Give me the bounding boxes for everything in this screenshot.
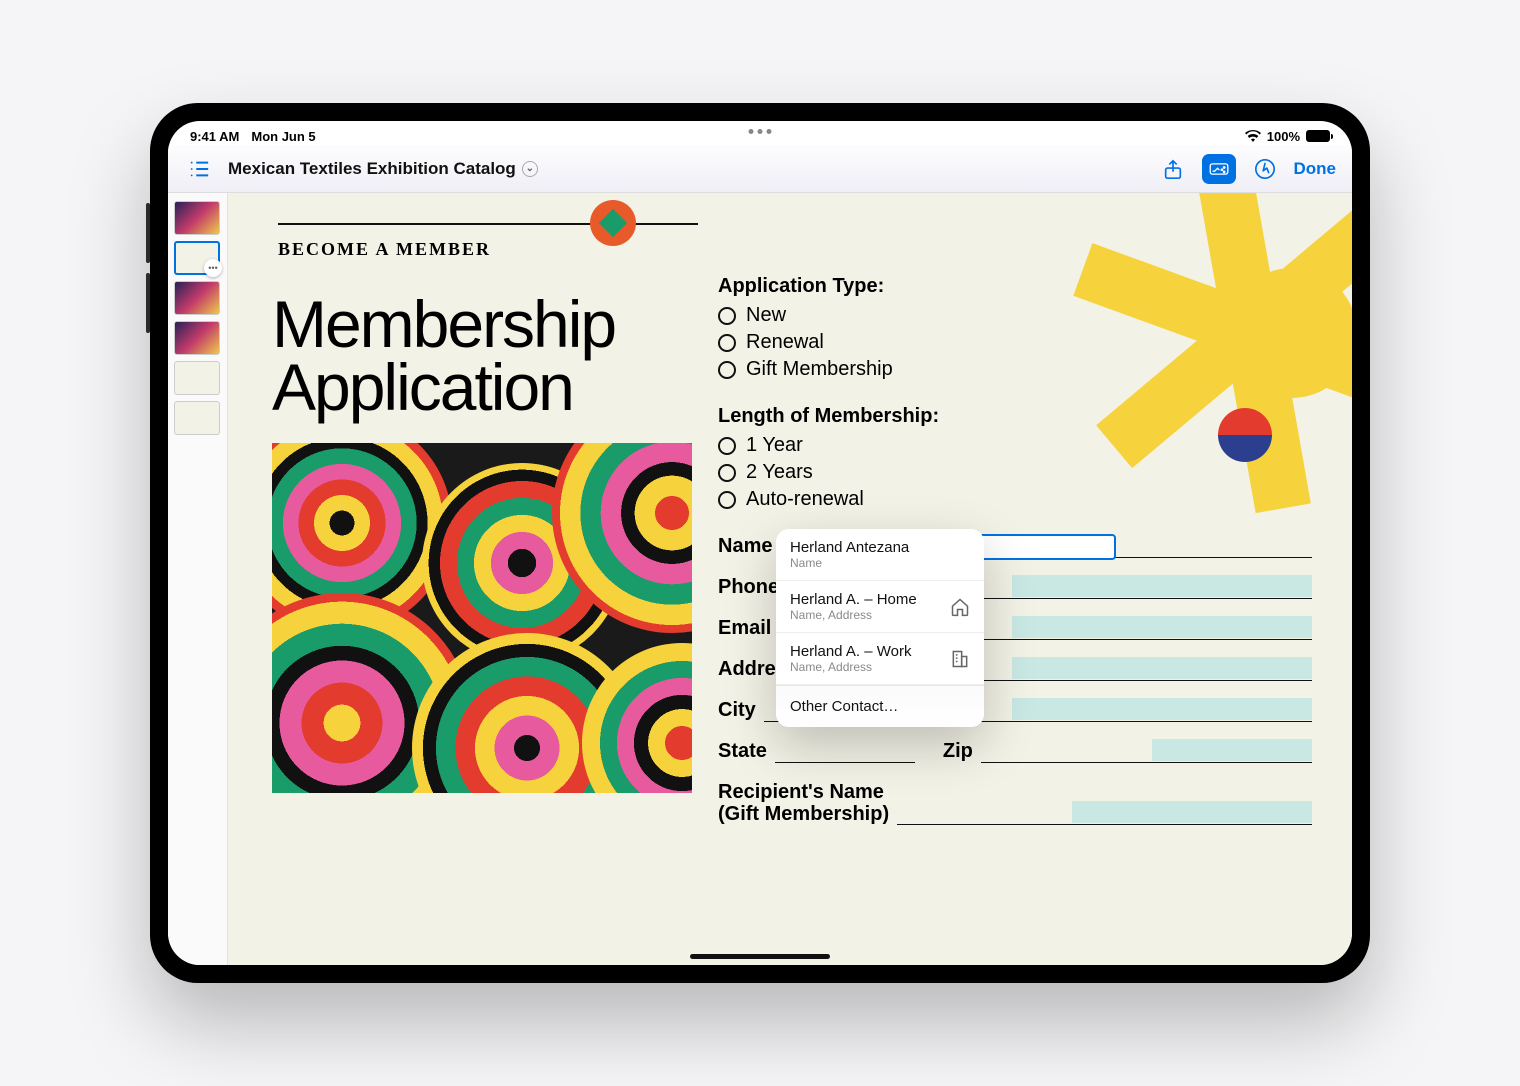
chevron-down-icon: ⌄ bbox=[522, 161, 538, 177]
document-page: BECOME A MEMBER Membership Application A… bbox=[228, 193, 1352, 965]
home-icon bbox=[950, 597, 970, 617]
multitask-dots[interactable] bbox=[749, 129, 772, 134]
ipad-device-frame: 9:41 AM Mon Jun 5 100% Mexican Textiles … bbox=[150, 103, 1370, 983]
markup-icon[interactable] bbox=[1250, 154, 1280, 184]
radio-gift[interactable]: Gift Membership bbox=[718, 358, 1312, 381]
diamond-ornament-icon bbox=[590, 200, 636, 246]
screen: 9:41 AM Mon Jun 5 100% Mexican Textiles … bbox=[168, 121, 1352, 965]
status-time: 9:41 AM bbox=[190, 129, 239, 144]
battery-icon bbox=[1306, 130, 1330, 142]
wifi-icon bbox=[1245, 130, 1261, 142]
thumbnail-page-5[interactable] bbox=[174, 361, 220, 395]
battery-percent: 100% bbox=[1267, 129, 1300, 144]
textile-artwork bbox=[272, 443, 692, 793]
sidebar-toggle-icon[interactable] bbox=[184, 154, 214, 184]
page-title: Membership Application bbox=[272, 293, 615, 418]
autofill-popover: Herland AntezanaName Herland A. – HomeNa… bbox=[776, 529, 984, 727]
recipient-field[interactable]: Recipient's Name (Gift Membership) bbox=[718, 781, 1312, 825]
radio-2years[interactable]: 2 Years bbox=[718, 461, 1312, 484]
autofill-item-work[interactable]: Herland A. – WorkName, Address bbox=[776, 633, 984, 685]
application-type-heading: Application Type: bbox=[718, 275, 1312, 298]
length-heading: Length of Membership: bbox=[718, 405, 1312, 428]
comment-badge-icon: ••• bbox=[204, 259, 222, 277]
thumbnail-page-1[interactable] bbox=[174, 201, 220, 235]
thumbnail-page-6[interactable] bbox=[174, 401, 220, 435]
status-bar: 9:41 AM Mon Jun 5 100% bbox=[168, 121, 1352, 145]
eyebrow-text: BECOME A MEMBER bbox=[278, 239, 698, 260]
home-indicator[interactable] bbox=[690, 954, 830, 959]
done-button[interactable]: Done bbox=[1294, 159, 1337, 179]
building-icon bbox=[950, 649, 970, 669]
autofill-button[interactable] bbox=[1202, 154, 1236, 184]
status-date: Mon Jun 5 bbox=[251, 129, 315, 144]
autofill-item-home[interactable]: Herland A. – HomeName, Address bbox=[776, 581, 984, 633]
share-icon[interactable] bbox=[1158, 154, 1188, 184]
autofill-other-contact[interactable]: Other Contact… bbox=[776, 685, 984, 727]
radio-new[interactable]: New bbox=[718, 304, 1312, 327]
radio-renewal[interactable]: Renewal bbox=[718, 331, 1312, 354]
radio-auto[interactable]: Auto-renewal bbox=[718, 488, 1312, 511]
toolbar: Mexican Textiles Exhibition Catalog ⌄ Do… bbox=[168, 145, 1352, 193]
state-zip-field[interactable]: State Zip bbox=[718, 740, 1312, 763]
page-thumbnails: ••• bbox=[168, 193, 228, 965]
thumbnail-page-3[interactable] bbox=[174, 281, 220, 315]
thumbnail-page-4[interactable] bbox=[174, 321, 220, 355]
document-title[interactable]: Mexican Textiles Exhibition Catalog ⌄ bbox=[228, 159, 538, 179]
radio-1year[interactable]: 1 Year bbox=[718, 434, 1312, 457]
thumbnail-page-2[interactable]: ••• bbox=[174, 241, 220, 275]
autofill-item-name[interactable]: Herland AntezanaName bbox=[776, 529, 984, 581]
